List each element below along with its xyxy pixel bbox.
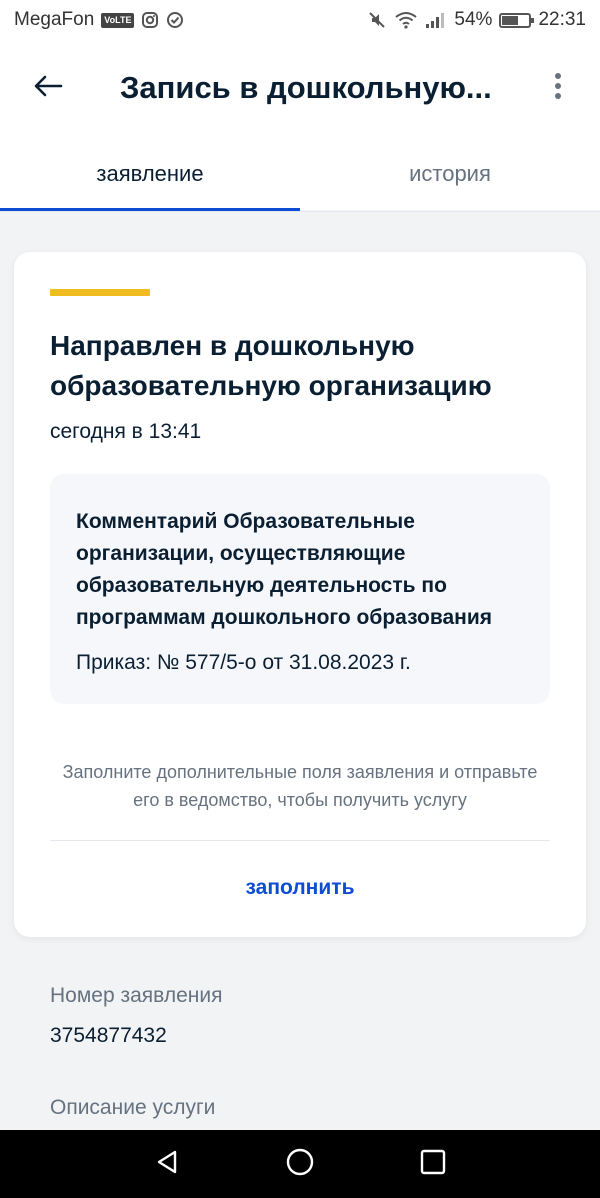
fill-hint-text: Заполните дополнительные поля заявления … (62, 762, 538, 810)
tab-history[interactable]: история (300, 152, 600, 211)
instagram-icon (141, 11, 159, 29)
more-menu-button[interactable] (538, 68, 578, 108)
battery-percent: 54% (454, 9, 493, 30)
status-bar-left: MegaFon VoLTE (14, 9, 184, 31)
fill-button[interactable]: заполнить (50, 860, 550, 916)
wifi-icon (394, 11, 418, 29)
back-arrow-icon (33, 74, 63, 103)
mute-icon (367, 10, 387, 30)
service-description-section: Описание услуги (50, 1096, 570, 1120)
system-nav-bar (0, 1130, 600, 1198)
comment-heading: Комментарий Образовательные организации,… (76, 510, 492, 629)
page-title: Запись в дошкольную... (120, 70, 492, 105)
tab-application[interactable]: заявление (0, 152, 300, 211)
signal-icon (425, 11, 447, 29)
nav-home-icon (285, 1147, 315, 1182)
service-description-label: Описание услуги (50, 1096, 216, 1119)
nav-recents-icon (420, 1149, 446, 1180)
status-bar: MegaFon VoLTE 54% 22:31 (0, 0, 600, 40)
nav-back-button[interactable] (147, 1144, 187, 1184)
nav-home-button[interactable] (280, 1144, 320, 1184)
check-circle-icon (166, 11, 184, 29)
comment-body: Приказ: № 577/5-о от 31.08.2023 г. (76, 651, 411, 674)
comment-box: Комментарий Образовательные организации,… (50, 474, 550, 704)
application-number-value: 3754877432 (50, 1024, 167, 1047)
battery-icon (499, 12, 535, 28)
status-time: сегодня в 13:41 (50, 420, 202, 443)
status-card: Направлен в дошкольную образовательную о… (14, 252, 586, 937)
nav-back-icon (153, 1148, 181, 1181)
nav-recents-button[interactable] (413, 1144, 453, 1184)
carrier-name: MegaFon (14, 9, 95, 30)
card-divider (50, 840, 550, 841)
tab-bar: заявление история (0, 152, 600, 212)
status-accent-bar (50, 289, 150, 296)
status-title: Направлен в дошкольную образовательную о… (50, 330, 492, 401)
more-vertical-icon (554, 72, 562, 105)
status-bar-right: 54% 22:31 (367, 9, 586, 31)
application-number-section: Номер заявления 3754877432 (50, 984, 570, 1048)
back-button[interactable] (28, 68, 68, 108)
app-header: Запись в дошкольную... заявление история (0, 40, 600, 212)
clock: 22:31 (538, 9, 586, 30)
application-number-label: Номер заявления (50, 984, 223, 1007)
volte-badge: VoLTE (101, 12, 135, 28)
